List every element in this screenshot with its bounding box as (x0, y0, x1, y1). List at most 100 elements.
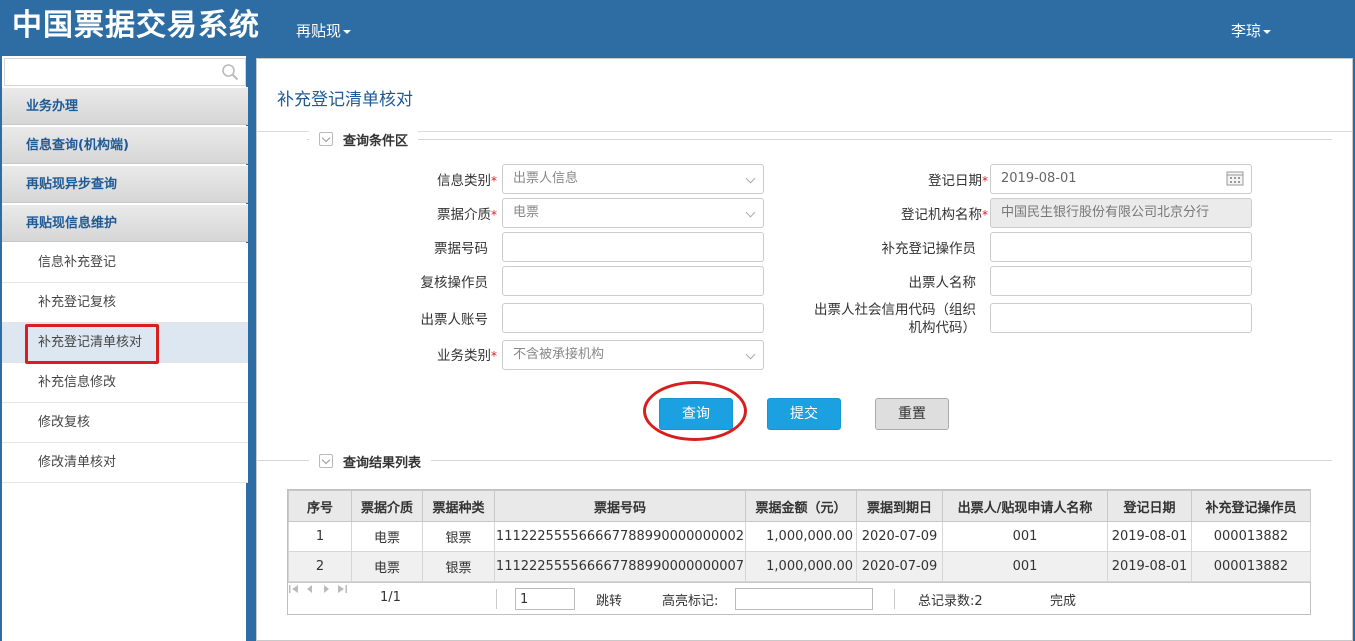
col-header-bill-kind[interactable]: 票据种类 (422, 490, 495, 522)
cell-bill-kind: 银票 (422, 521, 495, 552)
cell-bill-kind: 银票 (422, 551, 495, 582)
sidebar-group-async-query[interactable]: 再贴现异步查询 (2, 165, 248, 203)
supp-operator-input[interactable] (990, 232, 1252, 262)
annotation-highlight-box (25, 324, 159, 364)
credit-code-label-line1: 出票人社会信用代码（组织 (814, 302, 976, 318)
chevron-down-icon (745, 173, 756, 184)
sidebar-search-input[interactable] (5, 59, 205, 85)
user-menu[interactable]: 李琼 (1231, 20, 1272, 41)
col-header-index[interactable]: 序号 (288, 490, 352, 522)
first-page-icon[interactable] (288, 583, 300, 595)
col-header-operator[interactable]: 补充登记操作员 (1191, 490, 1311, 522)
table-row[interactable]: 1 电票 银票 111222555566667788990000000002 1… (288, 521, 1311, 552)
next-page-icon[interactable] (320, 583, 332, 595)
total-records: 总记录数:2 (918, 594, 983, 609)
col-header-drawer-name[interactable]: 出票人/贴现申请人名称 (942, 490, 1108, 522)
reg-org-field: 中国民生银行股份有限公司北京分行 (990, 198, 1252, 228)
required-mark: * (491, 349, 497, 363)
prev-page-icon[interactable] (304, 583, 316, 595)
cell-index: 1 (288, 521, 352, 552)
sidebar-group-business[interactable]: 业务办理 (2, 87, 248, 125)
credit-code-label-line2: 机构代码） (908, 320, 977, 336)
col-header-reg-date[interactable]: 登记日期 (1107, 490, 1192, 522)
bill-no-input[interactable] (502, 232, 764, 262)
col-header-amount[interactable]: 票据金额（元） (745, 490, 857, 522)
divider (496, 589, 497, 609)
reg-date-input[interactable]: 2019-08-01 (990, 164, 1252, 194)
drawer-name-input[interactable] (990, 266, 1252, 296)
divider (894, 589, 895, 609)
main-panel: 补充登记清单核对 查询条件区 信息类别* 出票人信息 票据介质* 电票 票据号码… (256, 58, 1353, 641)
jump-button[interactable]: 跳转 (596, 590, 622, 609)
cell-drawer-name: 001 (942, 551, 1108, 582)
collapse-icon[interactable] (319, 454, 333, 468)
sidebar-item-info-modify[interactable]: 补充信息修改 (2, 363, 248, 403)
cell-due-date: 2020-07-09 (856, 551, 943, 582)
reg-date-value: 2019-08-01 (1001, 171, 1077, 186)
cell-operator: 000013882 (1191, 521, 1311, 552)
reg-org-label: 登记机构名称* (817, 206, 988, 224)
reg-org-label-text: 登记机构名称 (901, 207, 982, 223)
highlight-label: 高亮标记: (662, 594, 719, 609)
reviewer-input[interactable] (502, 266, 764, 296)
table-row[interactable]: 2 电票 银票 111222555566667788990000000007 1… (288, 551, 1311, 582)
biz-type-label-text: 业务类别 (437, 348, 491, 364)
supp-operator-label: 补充登记操作员 (881, 241, 977, 257)
sidebar-item-modify-review[interactable]: 修改复核 (2, 403, 248, 443)
table-header-row: 序号 票据介质 票据种类 票据号码 票据金额（元） 票据到期日 出票人/贴现申请… (288, 490, 1311, 522)
last-page-icon[interactable] (336, 583, 348, 595)
drawer-name-label: 出票人名称 (908, 275, 977, 291)
biz-type-value: 不含被承接机构 (513, 347, 605, 362)
cell-reg-date: 2019-08-01 (1107, 521, 1192, 552)
required-mark: * (982, 174, 988, 188)
reg-date-label: 登记日期* (817, 172, 988, 190)
result-grid: 序号 票据介质 票据种类 票据号码 票据金额（元） 票据到期日 出票人/贴现申请… (287, 489, 1311, 615)
cell-drawer-name: 001 (942, 521, 1108, 552)
calendar-icon[interactable] (1226, 171, 1244, 186)
sidebar-group-info-maintenance[interactable]: 再贴现信息维护 (2, 204, 248, 242)
user-name: 李琼 (1231, 22, 1262, 40)
section-divider (307, 139, 1332, 140)
cell-bill-no: 111222555566667788990000000007 (494, 551, 746, 582)
sidebar-group-info-query[interactable]: 信息查询(机构端) (2, 126, 248, 164)
page-info: 1/1 (380, 590, 401, 605)
col-header-medium[interactable]: 票据介质 (351, 490, 423, 522)
rediscount-menu[interactable]: 再贴现 (296, 20, 352, 41)
result-section-title: 查询结果列表 (343, 455, 422, 471)
caret-down-icon (1263, 29, 1272, 34)
sidebar-item-modify-checklist[interactable]: 修改清单核对 (2, 443, 248, 483)
drawer-account-input[interactable] (502, 303, 764, 333)
result-table: 序号 票据介质 票据种类 票据号码 票据金额（元） 票据到期日 出票人/贴现申请… (288, 490, 1311, 582)
query-section-title: 查询条件区 (343, 133, 409, 149)
annotation-circle (643, 381, 747, 441)
biz-type-select[interactable]: 不含被承接机构 (502, 340, 764, 370)
reset-button[interactable]: 重置 (875, 398, 949, 430)
cell-bill-no: 111222555566667788990000000002 (494, 521, 746, 552)
jump-page-input[interactable] (515, 588, 575, 610)
col-header-bill-no[interactable]: 票据号码 (494, 490, 746, 522)
biz-type-label: 业务类别* (357, 347, 497, 365)
chevron-down-icon (745, 349, 756, 360)
result-section-header[interactable]: 查询结果列表 (309, 450, 432, 472)
cell-index: 2 (288, 551, 352, 582)
rediscount-menu-label: 再贴现 (296, 22, 342, 40)
highlight-input[interactable] (735, 588, 873, 610)
required-mark: * (491, 208, 497, 222)
query-section-header[interactable]: 查询条件区 (309, 128, 419, 150)
info-type-value: 出票人信息 (513, 171, 579, 186)
submit-button[interactable]: 提交 (767, 398, 841, 430)
credit-code-input[interactable] (990, 303, 1252, 333)
collapse-icon[interactable] (319, 132, 333, 146)
caret-down-icon (343, 29, 352, 34)
info-type-label: 信息类别* (357, 172, 497, 190)
sidebar-item-register-review[interactable]: 补充登记复核 (2, 283, 248, 323)
medium-select[interactable]: 电票 (502, 198, 764, 228)
sidebar-item-supplementary-register[interactable]: 信息补充登记 (2, 243, 248, 283)
cell-reg-date: 2019-08-01 (1107, 551, 1192, 582)
required-mark: * (491, 174, 497, 188)
info-type-select[interactable]: 出票人信息 (502, 164, 764, 194)
col-header-due-date[interactable]: 票据到期日 (856, 490, 943, 522)
search-icon[interactable] (221, 63, 239, 81)
medium-value: 电票 (513, 205, 540, 220)
cell-medium: 电票 (351, 521, 423, 552)
